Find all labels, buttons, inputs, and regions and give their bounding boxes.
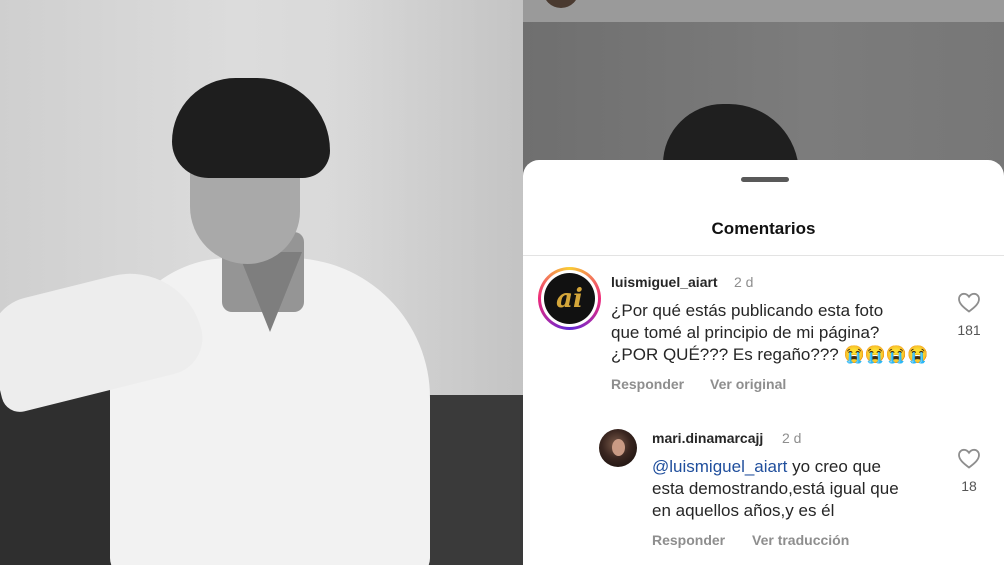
comment-username[interactable]: luismiguel_aiart [611, 274, 718, 290]
reply-avatar[interactable] [599, 429, 637, 467]
avatar-logo: ai [544, 273, 595, 324]
ig-top-bar [523, 0, 1004, 22]
sheet-divider [523, 255, 1004, 256]
post-photo [0, 0, 523, 565]
sheet-drag-handle[interactable] [741, 177, 789, 182]
comments-sheet: Comentarios ai luismiguel_aiart 2 d ¿Por… [523, 160, 1004, 565]
comment-text-line: ¿Por qué estás publicando esta foto [611, 301, 884, 320]
reply-text-line: en aquellos años,y es él [652, 501, 835, 520]
ig-top-avatar[interactable] [543, 0, 579, 8]
reply-button[interactable]: Responder [652, 532, 725, 548]
comment-avatar[interactable]: ai [538, 267, 601, 330]
like-count: 18 [961, 478, 977, 494]
reply-username[interactable]: mari.dinamarcajj [652, 430, 763, 446]
reply-text-rest: yo creo que [787, 457, 881, 476]
comment-text-line: que tomé al principio de mi página? [611, 323, 880, 342]
comment-text-line: ¿POR QUÉ??? Es regaño??? 😭😭😭😭 [611, 345, 929, 364]
comment-time: 2 d [734, 274, 754, 290]
heart-icon[interactable] [957, 447, 981, 469]
ig-background-photo [523, 22, 1004, 194]
photo-hair [172, 78, 330, 178]
photo-collar [238, 252, 302, 332]
reply-avatar-face [612, 439, 625, 456]
reply-text-line: @luismiguel_aiart yo creo que [652, 456, 881, 478]
see-original-button[interactable]: Ver original [710, 376, 786, 392]
like-count: 181 [957, 322, 981, 338]
mention-link[interactable]: @luismiguel_aiart [652, 457, 787, 476]
reply-button[interactable]: Responder [611, 376, 684, 392]
reply-time: 2 d [782, 430, 802, 446]
reply-text-line: esta demostrando,está igual que [652, 479, 899, 498]
see-translation-button[interactable]: Ver traducción [752, 532, 849, 548]
heart-icon[interactable] [957, 291, 981, 313]
avatar-inner: ai [541, 270, 598, 327]
instagram-screenshot: Comentarios ai luismiguel_aiart 2 d ¿Por… [523, 0, 1004, 565]
sheet-title: Comentarios [711, 219, 816, 238]
